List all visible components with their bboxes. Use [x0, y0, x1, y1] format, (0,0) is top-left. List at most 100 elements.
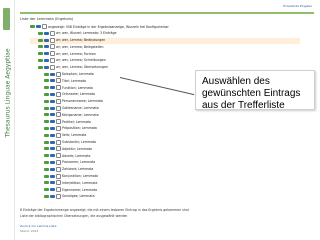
arrow-icon[interactable]	[44, 45, 49, 49]
arrow-icon[interactable]	[44, 58, 49, 62]
checkbox-icon[interactable]	[56, 132, 61, 138]
expand-icon[interactable]	[44, 140, 49, 144]
arrow-icon[interactable]	[50, 126, 55, 130]
expand-icon[interactable]	[44, 120, 49, 124]
arrow-icon[interactable]	[50, 174, 55, 178]
expand-icon[interactable]	[44, 126, 49, 130]
checkbox-icon[interactable]	[56, 187, 61, 193]
checkbox-icon[interactable]	[56, 139, 61, 145]
arrow-icon[interactable]	[44, 31, 49, 35]
expand-icon[interactable]	[44, 79, 49, 83]
arrow-icon[interactable]	[50, 181, 55, 185]
checkbox-icon[interactable]	[50, 51, 55, 57]
tree-row[interactable]: Interjektion; Lemmata	[30, 180, 300, 187]
expand-icon[interactable]	[38, 52, 43, 56]
tree-row[interactable]: Präposition; Lemmata	[30, 125, 300, 133]
arrow-icon[interactable]	[50, 79, 55, 83]
expand-icon[interactable]	[38, 45, 43, 49]
checkbox-icon[interactable]	[56, 119, 61, 125]
tree-row[interactable]: Sonstiges; Lemmata	[30, 193, 300, 201]
back-link[interactable]: Zurück zur Lemma-Liste	[20, 224, 56, 228]
checkbox-icon[interactable]	[56, 180, 61, 186]
tree-row[interactable]: wr; wer, Lemma; Bedeutungen	[30, 37, 300, 45]
checkbox-icon[interactable]	[56, 112, 61, 118]
arrow-icon[interactable]	[44, 65, 49, 69]
tree-row[interactable]: Adverb; Lemmata	[30, 153, 300, 160]
arrow-icon[interactable]	[50, 113, 55, 117]
tree-row[interactable]: Konjunktion; Lemmata	[30, 173, 300, 181]
tree-row[interactable]: Verb; Lemmata	[30, 132, 300, 140]
expand-icon[interactable]	[44, 92, 49, 96]
checkbox-icon[interactable]	[56, 125, 61, 131]
tree-row[interactable]: wr; wer, Lemma; Schreibungen	[30, 57, 300, 65]
expand-icon[interactable]	[44, 174, 49, 178]
checkbox-icon[interactable]	[50, 30, 55, 36]
expand-icon[interactable]	[44, 147, 49, 151]
arrow-icon[interactable]	[50, 147, 55, 151]
expand-icon[interactable]	[44, 72, 49, 76]
checkbox-icon[interactable]	[56, 166, 61, 172]
expand-icon[interactable]	[38, 58, 43, 62]
checkbox-icon[interactable]	[42, 24, 47, 29]
arrow-icon[interactable]	[50, 72, 55, 76]
arrow-icon[interactable]	[50, 194, 55, 198]
arrow-icon[interactable]	[50, 92, 55, 96]
advanced-search-link[interactable]: Erweiterte Eingabe	[283, 4, 312, 8]
checkbox-icon[interactable]	[56, 71, 61, 77]
expand-icon[interactable]	[44, 133, 49, 137]
arrow-icon[interactable]	[50, 133, 55, 137]
arrow-icon[interactable]	[44, 38, 49, 42]
arrow-icon[interactable]	[44, 52, 49, 56]
arrow-icon[interactable]	[50, 140, 55, 144]
checkbox-icon[interactable]	[56, 78, 61, 84]
checkbox-icon[interactable]	[50, 37, 55, 43]
expand-icon[interactable]	[44, 181, 49, 185]
expand-icon[interactable]	[38, 38, 43, 42]
arrow-icon[interactable]	[50, 120, 55, 124]
checkbox-icon[interactable]	[50, 57, 55, 63]
arrow-icon[interactable]	[50, 86, 55, 90]
checkbox-icon[interactable]	[56, 173, 61, 179]
arrow-icon[interactable]	[50, 160, 55, 164]
checkbox-icon[interactable]	[56, 91, 61, 97]
arrow-icon[interactable]	[50, 167, 55, 171]
checkbox-icon[interactable]	[56, 193, 61, 199]
tree-row[interactable]: Pronomen; Lemmata	[30, 159, 300, 167]
checkbox-icon[interactable]	[50, 64, 55, 70]
tree-row[interactable]: Partikel; Lemmata	[30, 119, 300, 126]
expand-icon[interactable]	[44, 194, 49, 198]
checkbox-icon[interactable]	[56, 98, 61, 104]
checkbox-icon[interactable]	[50, 44, 55, 50]
checkbox-icon[interactable]	[56, 159, 61, 165]
expand-icon[interactable]	[44, 167, 49, 171]
arrow-icon[interactable]	[50, 154, 55, 158]
checkbox-icon[interactable]	[56, 105, 61, 111]
tree-row[interactable]: Eigenname; Lemmata	[30, 187, 300, 194]
footer-translations-link[interactable]: Liste der bibliographischen Übersetzunge…	[20, 214, 127, 218]
arrow-icon[interactable]	[36, 25, 41, 28]
expand-icon[interactable]	[44, 188, 49, 192]
expand-icon[interactable]	[44, 113, 49, 117]
expand-icon[interactable]	[44, 160, 49, 164]
tree-row[interactable]: wr; wer, Wurzel; Lemmata: 3 Einträge	[30, 30, 300, 38]
tree-row[interactable]: Substantiv; Lemmata	[30, 139, 300, 147]
expand-icon[interactable]	[44, 106, 49, 110]
expand-icon[interactable]	[44, 86, 49, 90]
checkbox-icon[interactable]	[56, 153, 61, 159]
tree-row[interactable]: Zahlwort; Lemmata	[30, 166, 300, 174]
expand-icon[interactable]	[30, 25, 35, 28]
expand-icon[interactable]	[38, 65, 43, 69]
checkbox-icon[interactable]	[56, 146, 61, 152]
tree-row[interactable]: angezeigt: 508 Einträge in der Ergebnisa…	[30, 24, 300, 31]
arrow-icon[interactable]	[50, 188, 55, 192]
arrow-icon[interactable]	[50, 106, 55, 110]
arrow-icon[interactable]	[50, 99, 55, 103]
tree-row[interactable]: Adjektiv; Lemmata	[30, 146, 300, 153]
expand-icon[interactable]	[44, 154, 49, 158]
checkbox-icon[interactable]	[56, 85, 61, 91]
expand-icon[interactable]	[38, 31, 43, 35]
tree-row[interactable]: wr; wer, Lemma; Formen	[30, 51, 300, 58]
tree-row[interactable]: Königsname; Lemmata	[30, 112, 300, 119]
tree-row[interactable]: wr; wer, Lemma; Belegstellen	[30, 44, 300, 51]
expand-icon[interactable]	[44, 99, 49, 103]
